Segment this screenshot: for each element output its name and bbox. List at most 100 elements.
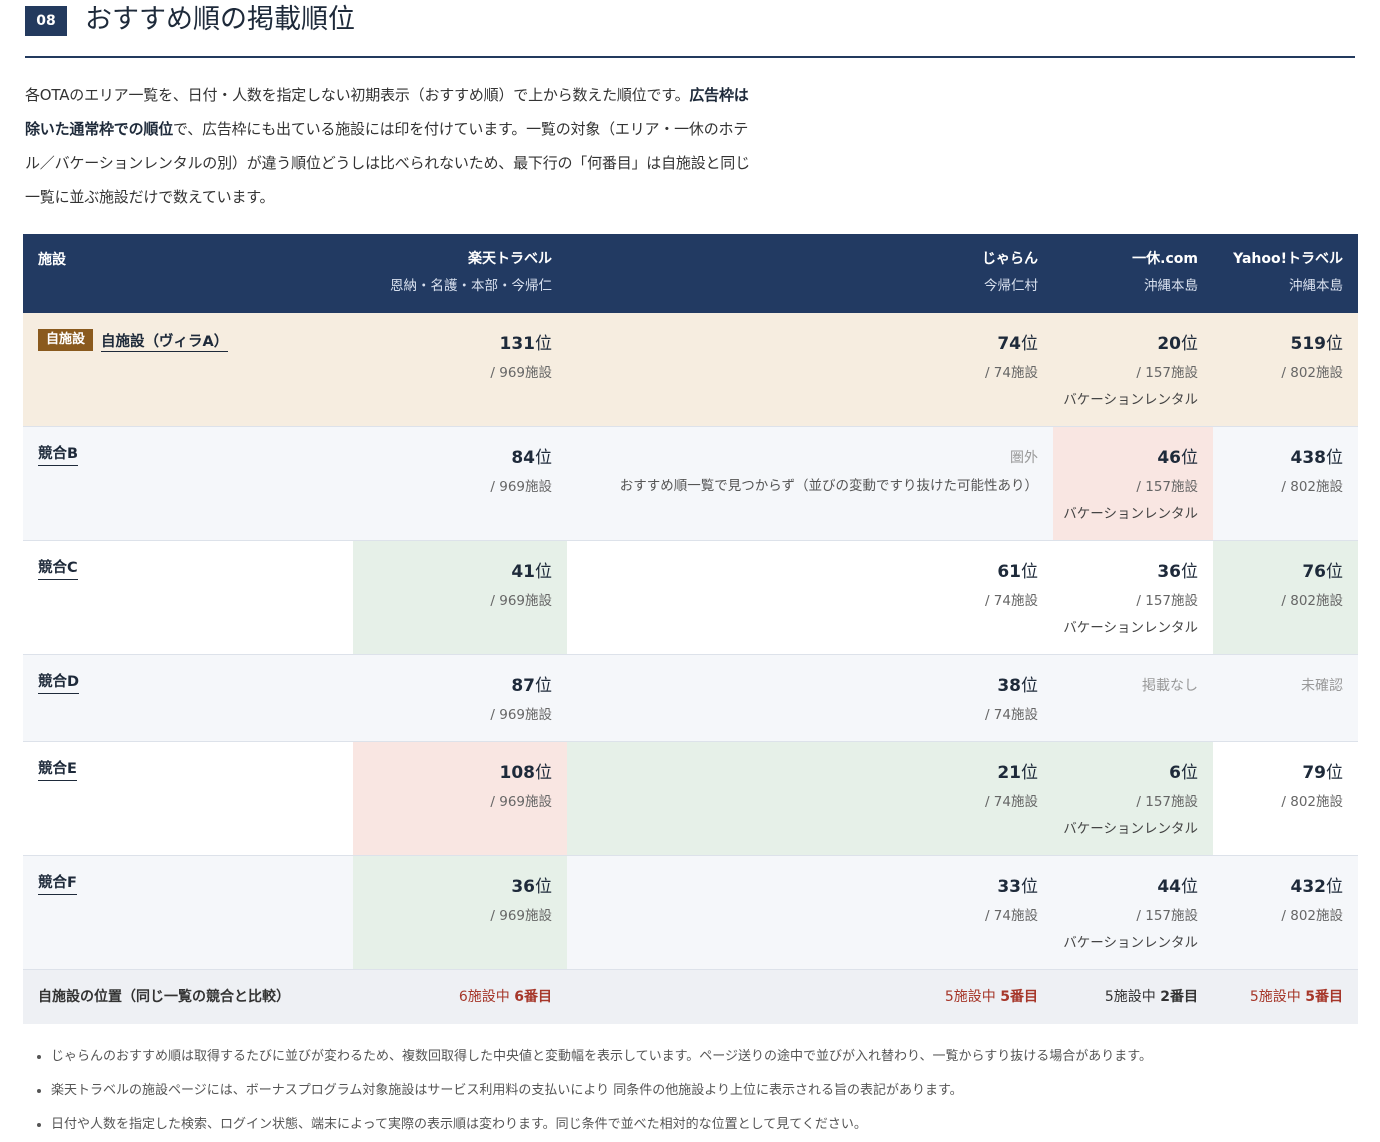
rank-total: / 74施設	[984, 794, 1038, 810]
cell-jalan: 61位 / 74施設	[567, 541, 1053, 654]
ranking-table: 施設 楽天トラベル 恩納・名護・本部・今帰仁 じゃらん 今帰仁村 一休.com …	[23, 234, 1358, 1024]
row-name-f: 競合F	[23, 856, 353, 969]
cell-ikyu: 44位 / 157施設 バケーションレンタル	[1053, 856, 1213, 969]
section-number-badge: 08	[25, 6, 67, 36]
cell-rakuten: 108位 / 969施設	[353, 742, 567, 855]
rank-total: / 802施設	[1281, 593, 1343, 609]
intro-text-1: 各OTAのエリア一覧を、日付・人数を指定しない初期表示（おすすめ順）で上から数え…	[25, 86, 690, 104]
row-name-c: 競合C	[23, 541, 353, 654]
rank-value: 20位	[1157, 334, 1198, 354]
cell-ikyu: 掲載なし	[1053, 655, 1213, 741]
summary-rakuten: 6施設中 6番目	[458, 989, 552, 1005]
cell-ikyu: 36位 / 157施設 バケーションレンタル	[1053, 541, 1213, 654]
competitor-name[interactable]: 競合D	[38, 672, 80, 694]
summary-ikyu: 5施設中 2番目	[1104, 989, 1198, 1005]
page: 08 おすすめ順の掲載順位 各OTAのエリア一覧を、日付・人数を指定しない初期表…	[0, 0, 1380, 1136]
cell-ikyu: 6位 / 157施設 バケーションレンタル	[1053, 742, 1213, 855]
header-ota-area: 沖縄本島	[1289, 278, 1343, 294]
cell-yahoo: 438位 / 802施設	[1213, 427, 1358, 540]
rank-status-note: おすすめ順一覧で見つからず（並びの変動ですり抜けた可能性あり）	[619, 478, 1038, 494]
listing-type: バケーションレンタル	[1063, 620, 1198, 636]
section-title: おすすめ順の掲載順位	[85, 4, 355, 35]
rank-value: 44位	[1157, 877, 1198, 897]
rank-status: 掲載なし	[1142, 678, 1198, 694]
header-ota-name: Yahoo!トラベル	[1233, 251, 1343, 267]
rank-value: 36位	[511, 877, 552, 897]
cell-yahoo: 432位 / 802施設	[1213, 856, 1358, 969]
header-ota-name: 一休.com	[1132, 251, 1198, 267]
rank-total: / 969施設	[490, 794, 552, 810]
listing-type: バケーションレンタル	[1063, 506, 1198, 522]
rank-total: / 74施設	[984, 707, 1038, 723]
cell-yahoo: 76位 / 802施設	[1213, 541, 1358, 654]
rank-value: 36位	[1157, 562, 1198, 582]
cell-rakuten: 84位 / 969施設	[353, 427, 567, 540]
note-item: 楽天トラベルの施設ページには、ボーナスプログラム対象施設はサービス利用料の支払い…	[51, 1074, 1351, 1108]
row-name-own: 自施設 自施設（ヴィラA）	[23, 313, 353, 426]
table-row-c: 競合C 41位 / 969施設 61位 / 74施設 36位 / 157施設 バ…	[23, 541, 1358, 655]
competitor-name[interactable]: 競合C	[38, 558, 78, 580]
rank-total: / 969施設	[490, 365, 552, 381]
rank-total: / 969施設	[490, 908, 552, 924]
rank-total: / 74施設	[984, 593, 1038, 609]
rank-value: 84位	[511, 448, 552, 468]
header-jalan: じゃらん 今帰仁村	[567, 234, 1053, 313]
header-ota-name: 楽天トラベル	[468, 251, 552, 267]
note-item: 日付や人数を指定した検索、ログイン状態、端末によって実際の表示順は変わります。同…	[51, 1108, 1351, 1142]
rank-value: 519位	[1290, 334, 1344, 354]
notes-list: じゃらんのおすすめ順は取得するたびに並びが変わるため、複数回取得した中央値と変動…	[33, 1040, 1351, 1142]
header-yahoo: Yahoo!トラベル 沖縄本島	[1213, 234, 1358, 313]
competitor-name[interactable]: 競合B	[38, 444, 79, 466]
header-ikyu: 一休.com 沖縄本島	[1053, 234, 1213, 313]
cell-ikyu: 46位 / 157施設 バケーションレンタル	[1053, 427, 1213, 540]
rank-value: 41位	[511, 562, 552, 582]
row-name-b: 競合B	[23, 427, 353, 540]
rank-status: 未確認	[1301, 678, 1343, 694]
cell-rakuten: 41位 / 969施設	[353, 541, 567, 654]
rank-total: / 969施設	[490, 707, 552, 723]
competitor-name[interactable]: 競合E	[38, 759, 77, 781]
rank-total: / 157施設	[1136, 365, 1198, 381]
summary-row: 自施設の位置（同じ一覧の競合と比較） 6施設中 6番目 5施設中 5番目 5施設…	[23, 970, 1358, 1024]
competitor-name[interactable]: 競合F	[38, 873, 77, 895]
section-header: 08 おすすめ順の掲載順位	[25, 0, 1355, 58]
rank-total: / 802施設	[1281, 908, 1343, 924]
table-row-b: 競合B 84位 / 969施設 圏外 おすすめ順一覧で見つからず（並びの変動です…	[23, 427, 1358, 541]
cell-jalan: 38位 / 74施設	[567, 655, 1053, 741]
rank-total: / 157施設	[1136, 593, 1198, 609]
rank-total: / 157施設	[1136, 908, 1198, 924]
rank-total: / 802施設	[1281, 479, 1343, 495]
rank-value: 61位	[997, 562, 1038, 582]
header-rakuten: 楽天トラベル 恩納・名護・本部・今帰仁	[353, 234, 567, 313]
rank-value: 38位	[997, 676, 1038, 696]
own-facility-name[interactable]: 自施設（ヴィラA）	[101, 333, 229, 352]
rank-total: / 802施設	[1281, 365, 1343, 381]
cell-jalan: 33位 / 74施設	[567, 856, 1053, 969]
cell-rakuten: 87位 / 969施設	[353, 655, 567, 741]
rank-total: / 74施設	[984, 365, 1038, 381]
rank-value: 131位	[499, 334, 553, 354]
cell-ikyu: 20位 / 157施設 バケーションレンタル	[1053, 313, 1213, 426]
rank-value: 21位	[997, 763, 1038, 783]
header-facility: 施設	[23, 234, 353, 313]
note-item: じゃらんのおすすめ順は取得するたびに並びが変わるため、複数回取得した中央値と変動…	[51, 1040, 1351, 1074]
summary-jalan: 5施設中 5番目	[944, 989, 1038, 1005]
cell-yahoo: 79位 / 802施設	[1213, 742, 1358, 855]
own-facility-tag: 自施設	[38, 329, 94, 351]
intro-paragraph: 各OTAのエリア一覧を、日付・人数を指定しない初期表示（おすすめ順）で上から数え…	[25, 78, 750, 214]
cell-jalan: 圏外 おすすめ順一覧で見つからず（並びの変動ですり抜けた可能性あり）	[567, 427, 1053, 540]
cell-rakuten: 131位 / 969施設	[353, 313, 567, 426]
summary-yahoo: 5施設中 5番目	[1249, 989, 1343, 1005]
cell-jalan: 21位 / 74施設	[567, 742, 1053, 855]
rank-value: 87位	[511, 676, 552, 696]
cell-rakuten: 36位 / 969施設	[353, 856, 567, 969]
table-row-f: 競合F 36位 / 969施設 33位 / 74施設 44位 / 157施設 バ…	[23, 856, 1358, 970]
listing-type: バケーションレンタル	[1063, 935, 1198, 951]
cell-jalan: 74位 / 74施設	[567, 313, 1053, 426]
rank-value: 33位	[997, 877, 1038, 897]
listing-type: バケーションレンタル	[1063, 392, 1198, 408]
rank-value: 79位	[1302, 763, 1343, 783]
table-header: 施設 楽天トラベル 恩納・名護・本部・今帰仁 じゃらん 今帰仁村 一休.com …	[23, 234, 1358, 313]
header-ota-area: 沖縄本島	[1144, 278, 1198, 294]
rank-total: / 969施設	[490, 593, 552, 609]
